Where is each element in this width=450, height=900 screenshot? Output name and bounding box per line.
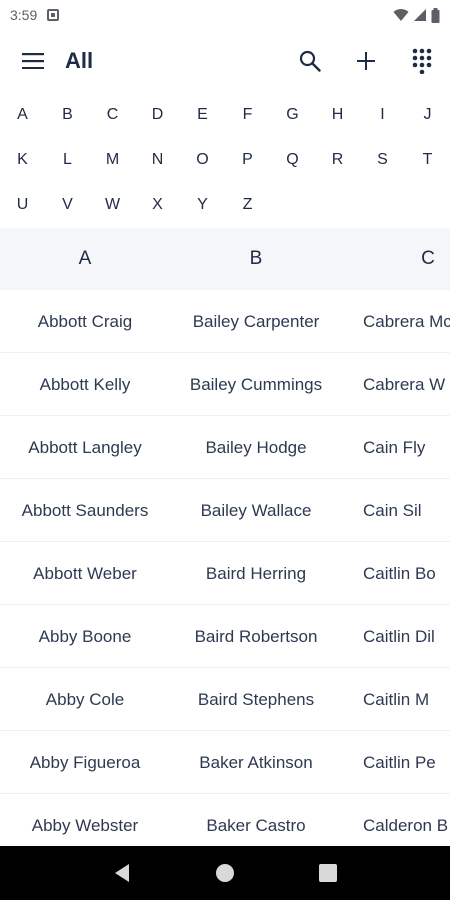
alphabet-letter-h[interactable]: H (315, 92, 360, 137)
battery-icon (431, 7, 440, 23)
contact-name[interactable]: Cabrera W (343, 353, 450, 416)
alphabet-letter-e[interactable]: E (180, 92, 225, 137)
column-header-a[interactable]: A (0, 228, 170, 290)
table-row: Abbott Weber Baird Herring Caitlin Bo (0, 542, 450, 605)
alphabet-letter-w[interactable]: W (90, 182, 135, 227)
contact-name[interactable]: Bailey Cummings (171, 353, 341, 416)
home-button[interactable] (205, 853, 245, 893)
contact-name[interactable]: Abby Webster (0, 794, 170, 846)
alphabet-letter-z[interactable]: Z (225, 182, 270, 227)
contact-name[interactable]: Caitlin Pe (343, 731, 450, 794)
contact-name[interactable]: Cain Fly (343, 416, 450, 479)
alphabet-letter-v[interactable]: V (45, 182, 90, 227)
notification-icon (47, 9, 60, 21)
app-bar: All (0, 30, 450, 92)
contact-name[interactable]: Baker Castro (171, 794, 341, 846)
home-icon (215, 864, 234, 882)
contact-name[interactable]: Baird Stephens (171, 668, 341, 731)
table-row: Abby Webster Baker Castro Calderon B (0, 794, 450, 846)
alphabet-letter-r[interactable]: R (315, 137, 360, 182)
contact-name[interactable]: Baird Robertson (171, 605, 341, 668)
column-header-c[interactable]: C (343, 228, 450, 290)
table-row: Abbott Craig Bailey Carpenter Cabrera Mc (0, 290, 450, 353)
alphabet-letter-m[interactable]: M (90, 137, 135, 182)
contact-name[interactable]: Baird Herring (171, 542, 341, 605)
table-row: Abby Boone Baird Robertson Caitlin Dil (0, 605, 450, 668)
alphabet-letter-x[interactable]: X (135, 182, 180, 227)
page-title: All (65, 48, 94, 73)
status-time: 3:59 (10, 7, 38, 23)
search-icon (299, 50, 321, 72)
table-row: Abbott Saunders Bailey Wallace Cain Sil (0, 479, 450, 542)
dialpad-button[interactable] (400, 39, 444, 83)
table-row: Abbott Langley Bailey Hodge Cain Fly (0, 416, 450, 479)
table-row: Abby Cole Baird Stephens Caitlin M (0, 668, 450, 731)
alphabet-letter-p[interactable]: P (225, 137, 270, 182)
system-nav-bar (0, 846, 450, 900)
alphabet-letter-a[interactable]: A (0, 92, 45, 137)
alphabet-index: ABCDEFGHIJ KLMNOPQRST UVWXYZ (0, 92, 450, 227)
alphabet-letter-b[interactable]: B (45, 92, 90, 137)
column-header-b[interactable]: B (171, 228, 341, 290)
contact-name[interactable]: Caitlin M (343, 668, 450, 731)
contact-name[interactable]: Cain Sil (343, 479, 450, 542)
contact-name[interactable]: Bailey Hodge (171, 416, 341, 479)
alphabet-letter-g[interactable]: G (270, 92, 315, 137)
alphabet-letter-d[interactable]: D (135, 92, 180, 137)
alphabet-letter-n[interactable]: N (135, 137, 180, 182)
search-button[interactable] (288, 39, 332, 83)
signal-icon (414, 9, 426, 21)
back-button[interactable] (102, 853, 142, 893)
recents-button[interactable] (308, 853, 348, 893)
alphabet-letter-i[interactable]: I (360, 92, 405, 137)
alphabet-letter-y[interactable]: Y (180, 182, 225, 227)
contact-name[interactable]: Abby Boone (0, 605, 170, 668)
contacts-grid: Abbott Craig Bailey Carpenter Cabrera Mc Ab… (0, 290, 450, 846)
contact-name[interactable]: Bailey Wallace (171, 479, 341, 542)
table-row: Abby Figueroa Baker Atkinson Caitlin Pe (0, 731, 450, 794)
contact-name[interactable]: Abbott Langley (0, 416, 170, 479)
contact-name[interactable]: Abbott Saunders (0, 479, 170, 542)
dialpad-icon (412, 48, 432, 74)
contact-name[interactable]: Calderon B (343, 794, 450, 846)
contact-name[interactable]: Abby Cole (0, 668, 170, 731)
recents-icon (319, 864, 338, 882)
back-icon (114, 864, 129, 882)
alphabet-letter-t[interactable]: T (405, 137, 450, 182)
app-actions (276, 39, 444, 83)
status-bar: 3:59 (0, 0, 450, 30)
add-contact-button[interactable] (344, 39, 388, 83)
contact-name[interactable]: Abbott Kelly (0, 353, 170, 416)
add-icon (357, 52, 375, 70)
alphabet-letter-c[interactable]: C (90, 92, 135, 137)
contact-name[interactable]: Abbott Weber (0, 542, 170, 605)
menu-button[interactable] (11, 39, 55, 83)
alphabet-letter-s[interactable]: S (360, 137, 405, 182)
status-icons (393, 7, 440, 23)
contact-name[interactable]: Abby Figueroa (0, 731, 170, 794)
wifi-icon (393, 9, 409, 21)
menu-icon (22, 53, 44, 69)
alphabet-letter-u[interactable]: U (0, 182, 45, 227)
contact-name[interactable]: Abbott Craig (0, 290, 170, 353)
contact-name[interactable]: Caitlin Bo (343, 542, 450, 605)
alphabet-letter-f[interactable]: F (225, 92, 270, 137)
alphabet-letter-j[interactable]: J (405, 92, 450, 137)
alphabet-letter-q[interactable]: Q (270, 137, 315, 182)
alphabet-letter-o[interactable]: O (180, 137, 225, 182)
contact-name[interactable]: Caitlin Dil (343, 605, 450, 668)
alphabet-letter-k[interactable]: K (0, 137, 45, 182)
contact-name[interactable]: Cabrera Mc (343, 290, 450, 353)
alphabet-letter-l[interactable]: L (45, 137, 90, 182)
contact-name[interactable]: Bailey Carpenter (171, 290, 341, 353)
table-row: Abbott Kelly Bailey Cummings Cabrera W (0, 353, 450, 416)
contact-name[interactable]: Baker Atkinson (171, 731, 341, 794)
column-header-row: ABC (0, 228, 450, 290)
